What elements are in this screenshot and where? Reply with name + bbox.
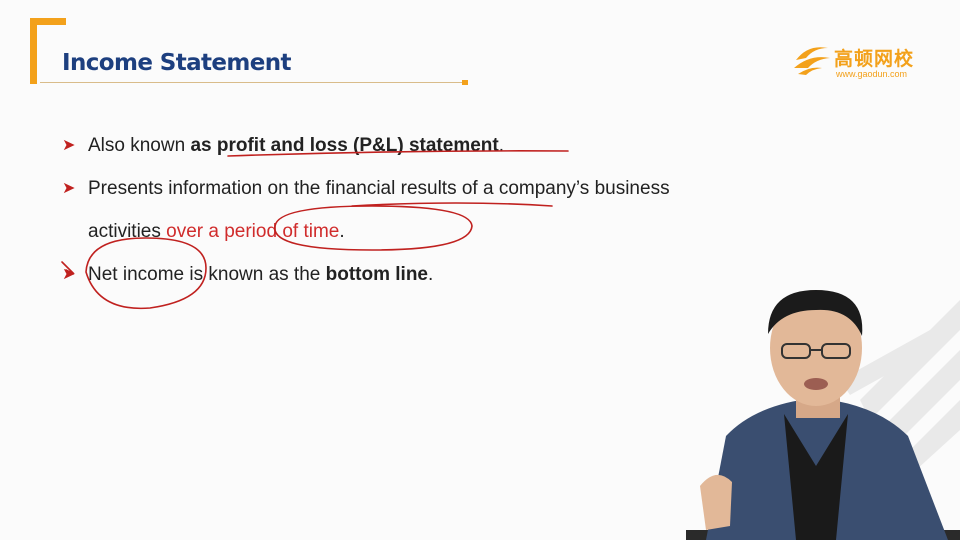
bullet-text-bold: as profit and loss (P&L) statement (190, 135, 499, 156)
gaodun-logo-icon (794, 47, 830, 75)
arrowhead-bullet-icon: ➤ (62, 137, 76, 154)
bullet-list: ➤ Also known as profit and loss (P&L) st… (62, 124, 762, 296)
bullet-text-highlight: over a period of time (166, 221, 340, 242)
bullet-text: Also known (88, 135, 191, 156)
lecture-slide: Income Statement 高顿网校 www.gaodun.com ➤ A… (0, 0, 960, 540)
arrowhead-bullet-icon: ➤ (62, 180, 76, 197)
bullet-item: ➤ Also known as profit and loss (P&L) st… (62, 124, 762, 167)
logo-brand-name: 高顿网校 (834, 48, 915, 70)
arrowhead-bullet-icon: ➤ (62, 266, 76, 283)
bullet-text: . (498, 135, 505, 156)
title-underline (40, 82, 464, 83)
presenter-video (686, 290, 960, 540)
gaodun-logo: 高顿网校 www.gaodun.com (792, 38, 932, 82)
title-bracket (30, 18, 66, 84)
logo-website: www.gaodun.com (836, 69, 908, 79)
title-underline-dot (462, 80, 468, 85)
bullet-item: ➤ Presents information on the financial … (62, 167, 688, 253)
bullet-text-bold: bottom line (325, 264, 429, 285)
bullet-text: . (428, 264, 434, 285)
slide-title: Income Statement (62, 50, 292, 76)
bullet-text: . (339, 221, 345, 242)
bullet-item: ➤ Net income is known as the bottom line… (62, 253, 762, 296)
bullet-text: Net income is known as the (88, 264, 326, 285)
